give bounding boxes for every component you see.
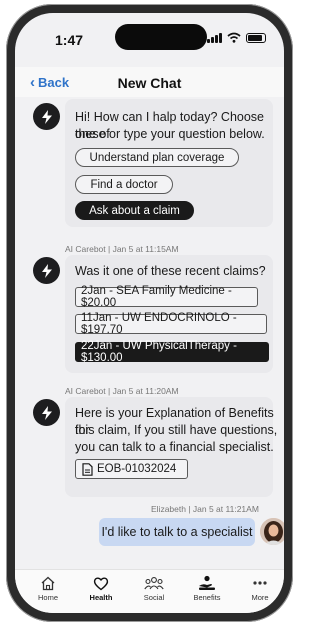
battery-icon	[246, 32, 266, 43]
tab-social-label: Social	[143, 593, 165, 602]
screen: 1:47 ‹ Back New Chat Hi! How can I halp …	[15, 13, 284, 613]
status-time: 1:47	[55, 32, 84, 48]
bot-avatar	[33, 103, 60, 130]
bot-avatar	[33, 399, 60, 426]
tab-health-label: Health	[89, 593, 113, 602]
phone-frame: 1:47 ‹ Back New Chat Hi! How can I halp …	[6, 4, 293, 622]
bot-message-1-line-2: these or type your question below.	[75, 127, 265, 141]
signal-icon	[207, 32, 222, 43]
wifi-icon	[227, 32, 241, 43]
lightning-icon	[41, 109, 52, 124]
tab-home-label: Home	[37, 593, 58, 602]
dynamic-island	[115, 24, 207, 50]
tab-benefits[interactable]: Benefits	[182, 574, 232, 602]
chip-ask-about-a-claim[interactable]: Ask about a claim	[75, 201, 194, 220]
chip-find-a-doctor[interactable]: Find a doctor	[75, 175, 173, 194]
tab-more-label: More	[251, 593, 269, 602]
tab-health[interactable]: Health	[76, 574, 126, 602]
eob-attachment[interactable]: EOB-01032024	[75, 459, 188, 479]
user-message: I'd like to talk to a specialist	[99, 518, 255, 546]
document-icon	[82, 462, 93, 476]
chip-understand-plan-coverage[interactable]: Understand plan coverage	[75, 148, 239, 167]
bot-message-3-line-2: this claim, If you still have questions,	[75, 423, 278, 437]
heart-icon	[93, 577, 109, 590]
more-icon	[253, 581, 267, 585]
user-avatar-image	[260, 518, 284, 545]
bot-meta-3: AI Carebot | Jan 5 at 11:20AM	[65, 386, 179, 396]
claim-option-3[interactable]: 22Jan - UW PhysicalTherapy - $130.00	[75, 340, 269, 364]
people-icon	[144, 576, 164, 589]
lightning-icon	[41, 263, 52, 278]
tab-more[interactable]: More	[235, 574, 284, 602]
bot-message-3-line-3: you can talk to a financial specialist.	[75, 440, 274, 454]
claim-option-1[interactable]: 2Jan - SEA Family Medicine - $20.00	[75, 285, 258, 309]
tab-bar: Home Health Social Benefits More	[15, 569, 284, 613]
tab-home[interactable]: Home	[23, 574, 73, 602]
bot-message-2-question: Was it one of these recent claims?	[75, 264, 266, 278]
status-icons	[207, 32, 266, 43]
tab-social[interactable]: Social	[129, 574, 179, 602]
user-meta: Elizabeth | Jan 5 at 11:21AM	[151, 504, 259, 514]
bot-meta-2: AI Carebot | Jan 5 at 11:15AM	[65, 244, 179, 254]
page-title: New Chat	[117, 75, 182, 91]
claim-option-2[interactable]: 11Jan - UW ENDOCRINOLO - $197.70	[75, 312, 267, 336]
user-avatar	[260, 518, 284, 545]
home-icon	[41, 576, 55, 590]
bot-avatar	[33, 257, 60, 284]
lightning-icon	[41, 405, 52, 420]
eob-label: EOB-01032024	[97, 463, 177, 475]
benefits-icon	[199, 575, 215, 590]
chat-area[interactable]: Hi! How can I halp today? Choose one of …	[15, 97, 284, 569]
nav-bar: ‹ Back New Chat	[15, 67, 284, 97]
tab-benefits-label: Benefits	[193, 593, 221, 602]
